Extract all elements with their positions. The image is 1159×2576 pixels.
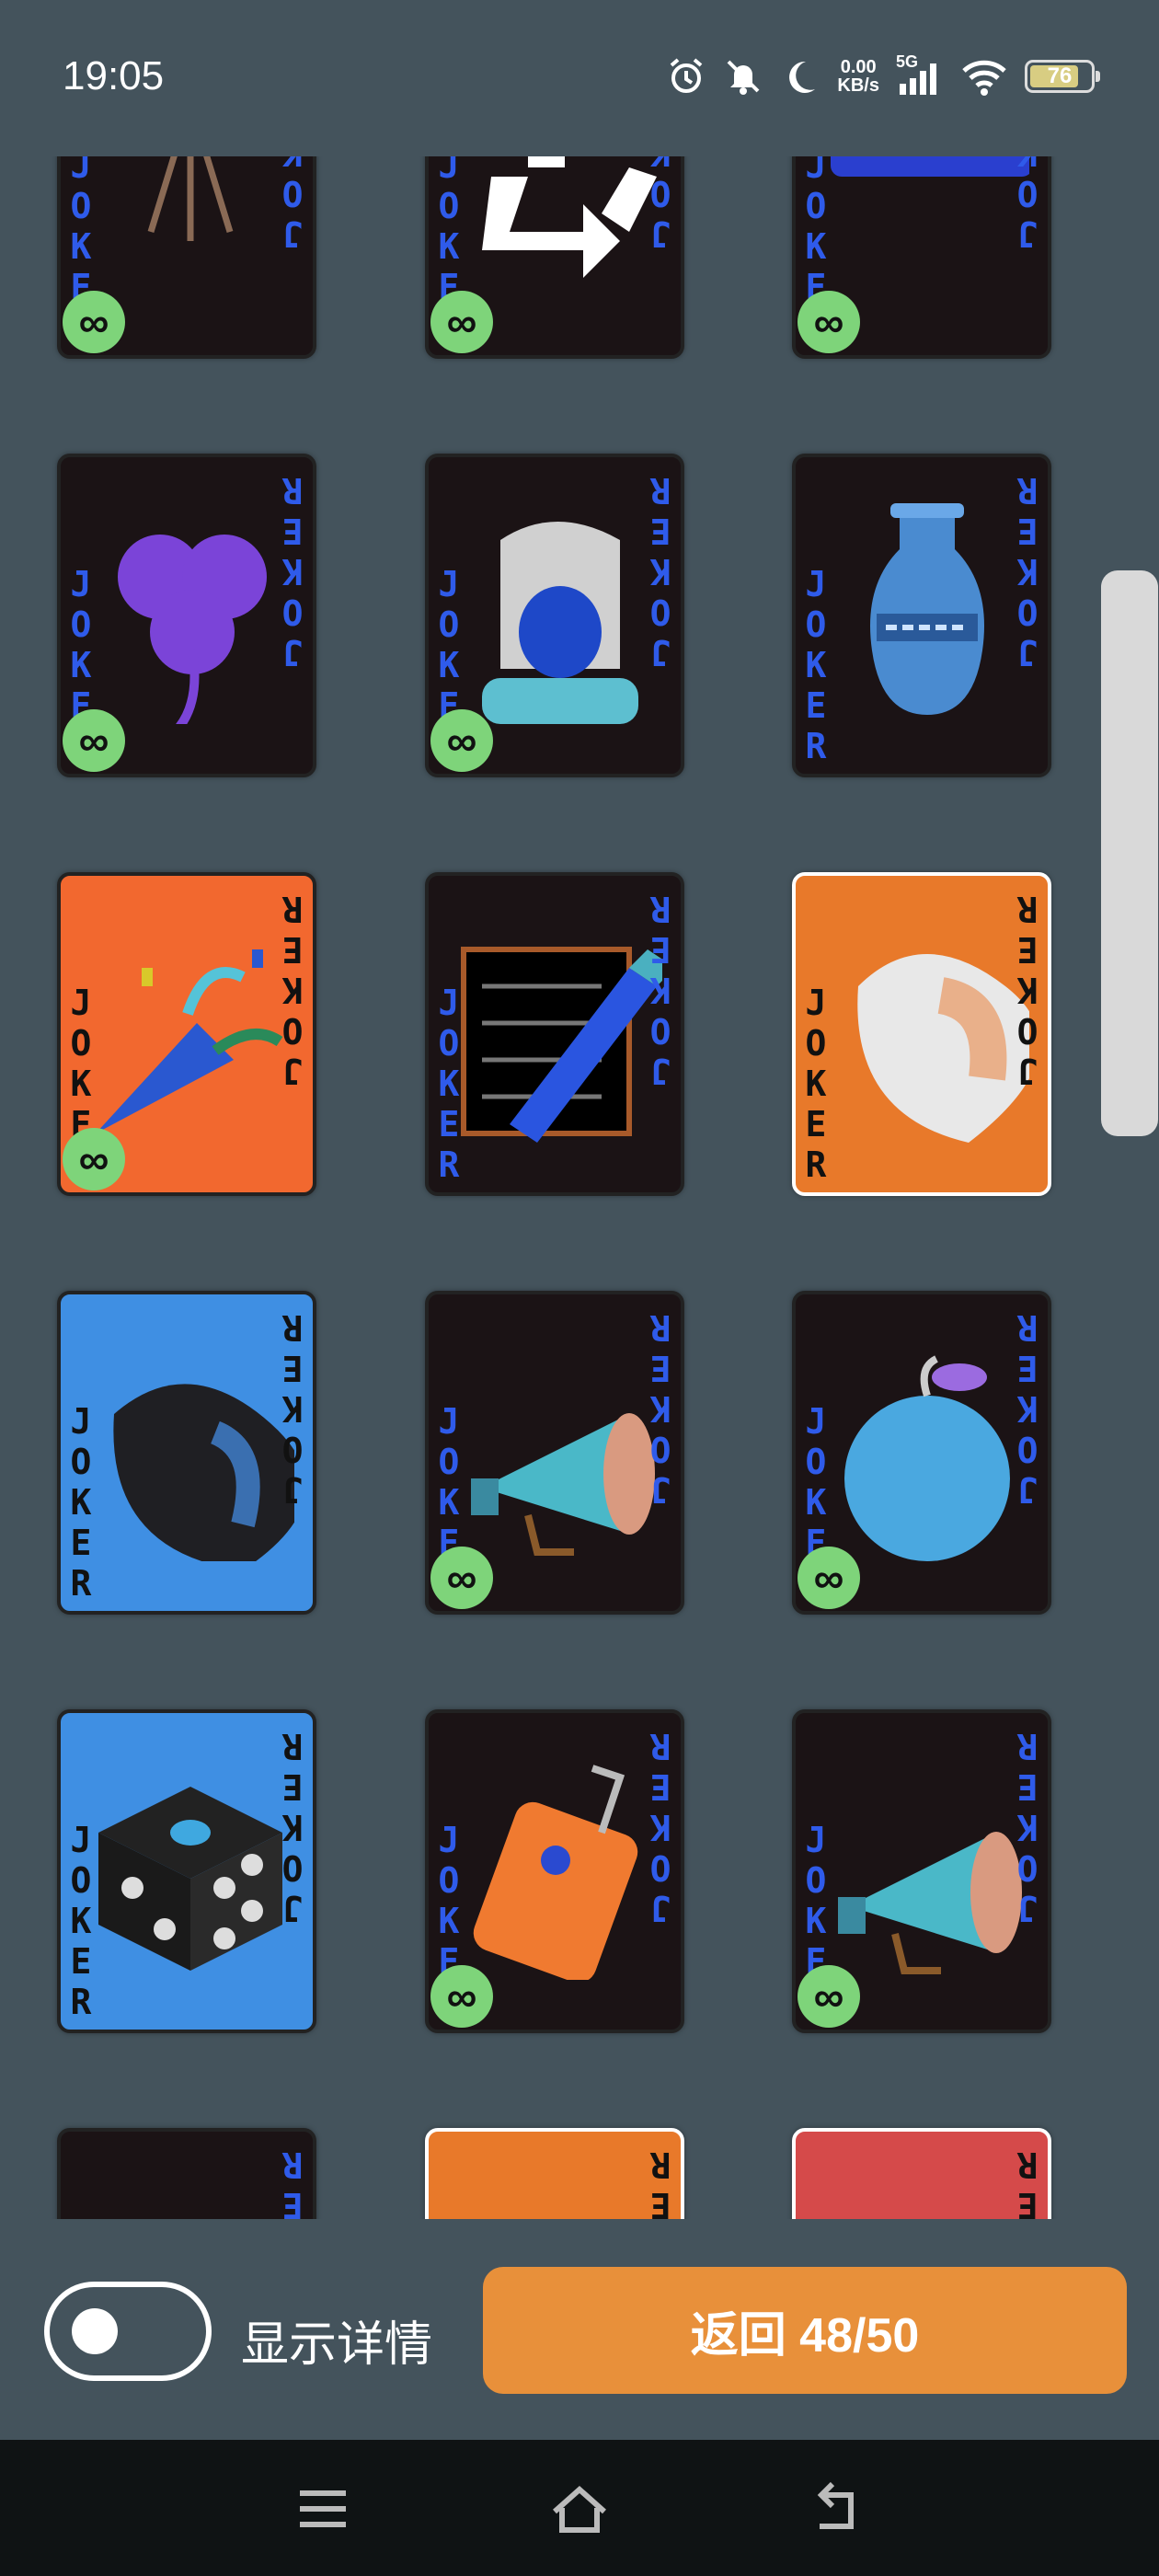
joker-card[interactable]: JOKERJOKER xyxy=(57,2128,316,2219)
dice-icon xyxy=(98,1787,282,1971)
scrollbar-thumb[interactable] xyxy=(1101,570,1158,1136)
joker-label-right: JOKER xyxy=(1016,1307,1039,1510)
apple-icon xyxy=(844,1355,1010,1561)
bottom-bar: 显示详情 返回 48/50 xyxy=(0,2219,1159,2440)
infinite-badge: ∞ xyxy=(798,1965,860,2028)
home-icon[interactable] xyxy=(547,2477,612,2541)
joker-card[interactable]: JOKER JOKER xyxy=(792,454,1051,777)
infinite-badge: ∞ xyxy=(63,291,125,353)
hooded-figure-icon xyxy=(482,522,638,724)
joker-card[interactable]: JOKERJOKER∞ xyxy=(425,1291,684,1615)
id-card-icon xyxy=(831,156,1029,177)
joker-label-right: JOKER xyxy=(649,1726,671,1928)
amphora-icon xyxy=(870,503,984,715)
joker-label-right: JOKER xyxy=(649,2145,671,2219)
infinite-badge: ∞ xyxy=(430,709,493,772)
joker-label-right: JOKER xyxy=(1016,889,1039,1091)
clock: 19:05 xyxy=(63,53,165,98)
joker-card[interactable]: JOKER JOKER xyxy=(792,872,1051,1196)
infinite-badge: ∞ xyxy=(430,1547,493,1609)
infinite-badge: ∞ xyxy=(63,1128,125,1190)
wifi-icon xyxy=(960,56,1008,97)
dark-shell-icon xyxy=(113,1384,294,1561)
joker-label-right: JOKER xyxy=(649,1307,671,1510)
joker-card[interactable]: JOKERJOKER∞ xyxy=(57,872,316,1196)
signal-icon: 5G xyxy=(896,52,944,97)
recycle-icon xyxy=(482,156,657,278)
joker-label-right: JOKER xyxy=(281,1726,304,1928)
infinite-badge: ∞ xyxy=(430,1965,493,2028)
joker-label-right: JOKER xyxy=(1016,470,1039,673)
joker-label-left: JOKER xyxy=(805,564,827,766)
net-speed: 0.00 KB/s xyxy=(837,58,879,95)
suitcase-icon xyxy=(473,1765,638,1980)
partial-icon xyxy=(454,2168,662,2219)
joker-label-right: JOKER xyxy=(649,889,671,1091)
joker-label-right: JOKER xyxy=(281,2145,304,2219)
joker-label-right: JOKER xyxy=(281,156,304,254)
joker-card[interactable]: JOKERJOKER∞ xyxy=(425,454,684,777)
joker-card[interactable]: JOKERJOKER∞ xyxy=(425,1709,684,2033)
infinite-badge: ∞ xyxy=(798,1547,860,1609)
partial-icon xyxy=(821,2168,1029,2219)
joker-label-right: JOKER xyxy=(281,1307,304,1510)
joker-card[interactable]: JOKER JOKER xyxy=(57,1291,316,1615)
infinite-badge: ∞ xyxy=(798,291,860,353)
joker-card[interactable]: JOKER JOKER xyxy=(425,872,684,1196)
alarm-icon xyxy=(666,56,706,97)
moon-icon xyxy=(780,56,820,97)
party-popper-icon xyxy=(96,949,283,1133)
net-speed-value: 0.00 xyxy=(840,57,877,77)
joker-card[interactable]: JOKER JOKER xyxy=(57,1709,316,2033)
toggle-knob xyxy=(72,2308,118,2354)
joker-label-right: JOKER xyxy=(281,889,304,1091)
infinite-badge: ∞ xyxy=(430,291,493,353)
status-icons: 0.00 KB/s 5G 76 xyxy=(666,52,1100,99)
tripod-icon xyxy=(147,156,234,241)
joker-label-left: JOKER xyxy=(805,983,827,1185)
details-toggle[interactable] xyxy=(44,2282,212,2381)
joker-label-left: JOKER xyxy=(70,1401,92,1604)
return-button[interactable]: 返回 48/50 xyxy=(483,2267,1127,2394)
back-icon[interactable] xyxy=(805,2477,869,2541)
joker-card[interactable]: JOKERJOKER∞ xyxy=(792,1291,1051,1615)
joker-card[interactable]: JOKERJOKER∞ xyxy=(792,156,1051,359)
joker-card[interactable]: JOKERJOKER∞ xyxy=(425,156,684,359)
joker-label-right: JOKER xyxy=(649,156,671,254)
joker-card[interactable]: JOKERJOKER∞ xyxy=(57,454,316,777)
system-nav-bar xyxy=(0,2440,1159,2576)
mute-icon xyxy=(723,56,763,97)
pencil-icon xyxy=(461,947,662,1143)
joker-card[interactable]: JOKERJOKER∞ xyxy=(57,156,316,359)
battery-level: 76 xyxy=(1047,63,1073,88)
megaphone-icon xyxy=(838,1832,1022,1974)
partial-icon xyxy=(86,2168,294,2219)
joker-label-right: JOKER xyxy=(649,470,671,673)
joker-card[interactable]: JOKERJOKER xyxy=(425,2128,684,2219)
clover-icon xyxy=(118,535,267,724)
joker-label-right: JOKER xyxy=(1016,1726,1039,1928)
joker-label-right: JOKER xyxy=(281,470,304,673)
card-grid[interactable]: JOKER JOKER ∞ JOKER JOKER ∞ JOKER JOKER ∞ JOKER JO… xyxy=(0,156,1159,2219)
joker-card[interactable]: JOKERJOKER∞ xyxy=(792,1709,1051,2033)
net-speed-unit: KB/s xyxy=(837,75,879,96)
infinite-badge: ∞ xyxy=(63,709,125,772)
details-toggle-label: 显示详情 xyxy=(241,2318,433,2372)
megaphone-icon xyxy=(471,1413,655,1556)
network-type: 5G xyxy=(896,52,919,71)
joker-label-left: JOKER xyxy=(438,983,460,1185)
status-bar: 19:05 0.00 KB/s 5G 76 xyxy=(0,0,1159,156)
menu-icon[interactable] xyxy=(291,2477,355,2541)
joker-label-right: JOKER xyxy=(1016,2145,1039,2219)
shell-icon xyxy=(857,954,1029,1143)
joker-card[interactable]: JOKERJOKER xyxy=(792,2128,1051,2219)
joker-label-right: JOKER xyxy=(1016,156,1039,254)
battery-icon: 76 xyxy=(1025,60,1100,93)
joker-label-left: JOKER xyxy=(70,1820,92,2022)
